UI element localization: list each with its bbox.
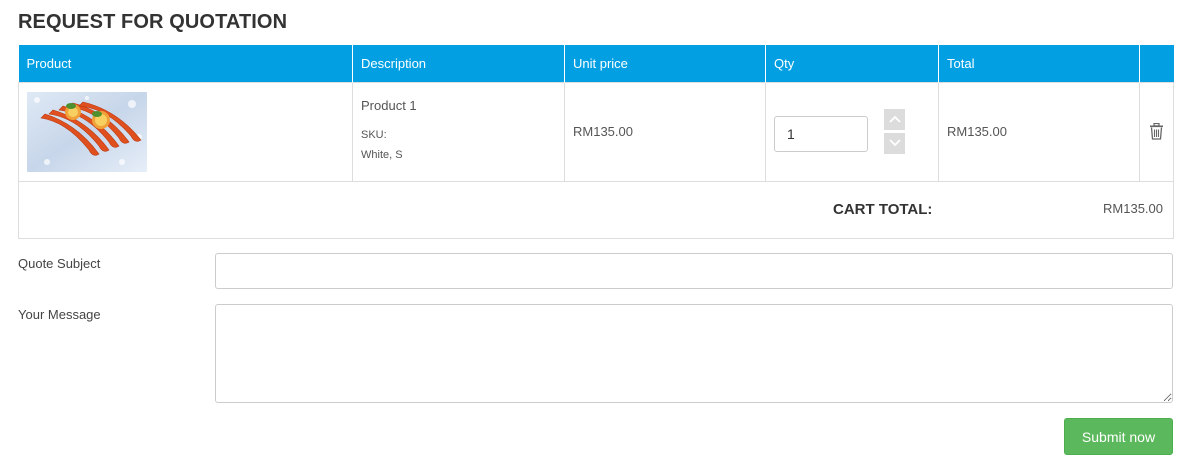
cart-total-label: CART TOTAL: [833,201,933,218]
quote-subject-label: Quote Subject [18,256,101,271]
submit-button[interactable]: Submit now [1064,418,1173,455]
column-header-unit-price: Unit price [564,45,766,82]
quotation-page: REQUEST FOR QUOTATION Product Descriptio… [0,0,1188,469]
quantity-stepper [774,102,930,162]
table-header-row: Product Description Unit price Qty Total [18,45,1174,82]
cart-total-value: RM135.00 [1103,201,1163,216]
column-header-qty: Qty [765,45,939,82]
quantity-input[interactable] [774,115,868,152]
trash-icon[interactable] [1149,123,1164,140]
table-row: Product 1 SKU: White, S RM135.00 1 RM135… [18,81,1174,182]
product-cell [18,81,353,182]
unit-price-cell: RM135.00 [564,81,766,182]
your-message-textarea[interactable] [215,304,1173,403]
total-cell: RM135.00 [938,81,1140,182]
page-title: REQUEST FOR QUOTATION [18,11,288,33]
cart-total-row [18,180,1174,239]
cart-table: Product Description Unit price Qty Total [18,45,1174,239]
column-header-description: Description [352,45,565,82]
column-header-product: Product [18,45,353,82]
quantity-decrease-button[interactable] [884,132,905,154]
product-sku: SKU: [361,129,387,141]
quantity-increase-button[interactable] [884,108,905,130]
qty-cell [765,81,939,182]
product-image[interactable] [27,91,147,172]
cart-total-cell [18,180,1174,239]
actions-cell [1139,81,1174,182]
description-cell: Product 1 SKU: White, S [352,81,565,182]
column-header-total: Total [938,45,1140,82]
chevron-down-icon [888,139,901,147]
column-header-actions [1139,45,1174,82]
product-name: Product 1 [361,98,417,113]
your-message-label: Your Message [18,307,101,322]
chevron-up-icon [888,115,901,123]
product-variant: White, S [361,149,403,161]
quote-subject-input[interactable] [215,253,1173,289]
